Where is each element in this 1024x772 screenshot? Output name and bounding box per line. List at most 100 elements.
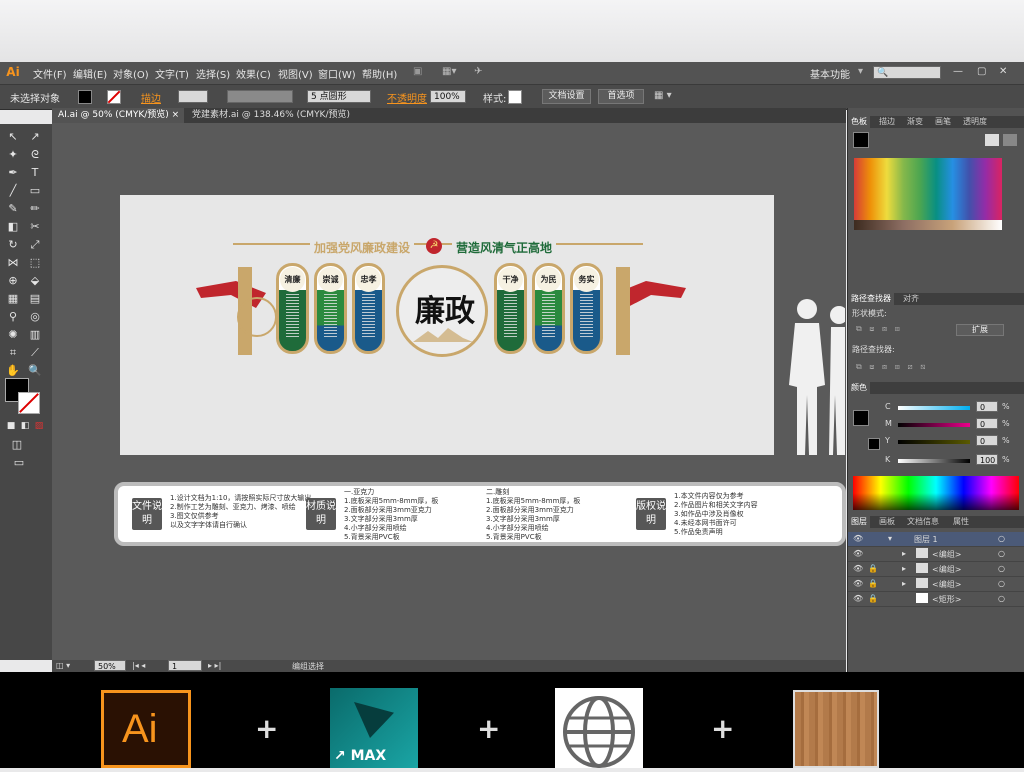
info-strip[interactable]: 文件说明 1.设计文档为1:10，请按照实际尺寸放大输出 2.制作工艺为雕刻、亚… — [114, 482, 846, 546]
layer-row[interactable]: 👁 ▸ <编组> ○ — [848, 547, 1024, 562]
color-mode-icon[interactable]: ■ — [4, 420, 18, 433]
layer-name[interactable]: <编组> — [932, 564, 961, 575]
tab-stroke[interactable]: 描边 — [876, 116, 898, 128]
close-icon[interactable]: ✕ — [999, 66, 1007, 77]
layer-row[interactable]: 👁 🔒 ▸ <编组> ○ — [848, 562, 1024, 577]
shape-mode-icons[interactable]: ⧉ ⧈ ⧇ ⧆ — [856, 324, 900, 334]
visibility-icon[interactable]: 👁 — [853, 534, 863, 543]
swatch-fill-preview[interactable] — [853, 132, 869, 148]
artboard-next-icon[interactable]: ▸ ▸| — [208, 661, 221, 670]
workspace-chevron-icon[interactable]: ▾ — [858, 66, 863, 77]
artboard[interactable]: 加强党风廉政建设 ☭ 营造风清气正高地 清廉 崇诚 忠孝 廉政 干净 为民 务实 — [120, 195, 774, 455]
selection-tool-icon[interactable]: ↖ — [6, 130, 20, 143]
stroke-color-box[interactable] — [18, 392, 40, 414]
lasso-icon[interactable]: ᘓ — [28, 148, 42, 161]
none-mode-icon[interactable]: ▨ — [32, 420, 46, 433]
zoom-field[interactable]: 50% — [94, 660, 126, 671]
rectangle-tool-icon[interactable]: ▭ — [28, 184, 42, 197]
arrange-icon[interactable]: ▦ ▾ — [654, 90, 672, 101]
target-icon[interactable]: ○ — [998, 594, 1005, 603]
style-swatch[interactable] — [508, 90, 522, 104]
visibility-icon[interactable]: 👁 — [853, 579, 863, 588]
tab-artboards[interactable]: 画板 — [876, 516, 898, 528]
paintbrush-icon[interactable]: ✎ — [6, 202, 20, 215]
workspace-switcher[interactable]: 基本功能 — [810, 66, 850, 81]
channel-k-slider[interactable] — [898, 459, 970, 463]
lock-icon[interactable]: 🔒 — [868, 579, 878, 588]
layer-row[interactable]: 👁 🔒 <矩形> ○ — [848, 592, 1024, 607]
expand-arrow-icon[interactable]: ▸ — [902, 579, 906, 588]
menu-select[interactable]: 选择(S) — [196, 66, 230, 81]
menu-view[interactable]: 视图(V) — [278, 66, 313, 81]
artboard-prev-icon[interactable]: |◂ ◂ — [132, 661, 145, 670]
lock-icon[interactable]: 🔒 — [868, 594, 878, 603]
eraser-icon[interactable]: ◧ — [6, 220, 20, 233]
color-fill-preview[interactable] — [853, 410, 869, 426]
layer-row[interactable]: 👁 ▾ 图层 1 ○ — [848, 532, 1024, 547]
swatch-grid[interactable] — [854, 158, 1002, 220]
color-stroke-preview[interactable] — [868, 438, 880, 450]
channel-y-field[interactable]: 0 — [976, 435, 998, 446]
gradient-mode-icon[interactable]: ◧ — [18, 420, 32, 433]
visibility-icon[interactable]: 👁 — [853, 564, 863, 573]
scissors-icon[interactable]: ✂ — [28, 220, 42, 233]
shape-builder-icon[interactable]: ⊕ — [6, 274, 20, 287]
visibility-icon[interactable]: 👁 — [853, 549, 863, 558]
pathfinder-icons[interactable]: ⧉ ⧈ ⧇ ⧆ ⧄ ⧅ — [856, 362, 925, 372]
hand-tool-icon[interactable]: ✋ — [6, 364, 20, 377]
lock-icon[interactable]: 🔒 — [868, 564, 878, 573]
gpu-icon[interactable]: ✈ — [474, 66, 482, 77]
grid-view-icon[interactable] — [1003, 134, 1017, 146]
variable-width-field[interactable] — [227, 90, 293, 103]
brush-field[interactable]: 5 点圆形 — [307, 90, 371, 103]
pen-tool-icon[interactable]: ✒ — [6, 166, 20, 179]
width-tool-icon[interactable]: ⋈ — [6, 256, 20, 269]
layer-name[interactable]: <编组> — [932, 579, 961, 590]
status-nav-icon[interactable]: ◫ ▾ — [56, 661, 70, 670]
maximize-icon[interactable]: ▢ — [977, 66, 986, 77]
preferences-button[interactable]: 首选项 — [598, 89, 644, 104]
stroke-swatch[interactable] — [107, 90, 121, 104]
zoom-tool-icon[interactable]: 🔍 — [28, 364, 42, 377]
line-tool-icon[interactable]: ╱ — [6, 184, 20, 197]
draw-mode-icon[interactable]: ◫ — [10, 438, 24, 451]
tab-pathfinder[interactable]: 路径查找器 — [848, 293, 894, 305]
channel-c-field[interactable]: 0 — [976, 401, 998, 412]
menu-window[interactable]: 窗口(W) — [318, 66, 356, 81]
fill-swatch[interactable] — [78, 90, 92, 104]
tab-transparency[interactable]: 透明度 — [960, 116, 990, 128]
target-icon[interactable]: ○ — [998, 579, 1005, 588]
channel-k-field[interactable]: 100 — [976, 454, 998, 465]
tab-ai-doc[interactable]: AI.ai @ 50% (CMYK/预览) × — [52, 108, 184, 123]
target-icon[interactable]: ○ — [998, 549, 1005, 558]
tab-align[interactable]: 对齐 — [900, 293, 922, 305]
opacity-label[interactable]: 不透明度 — [387, 90, 427, 105]
color-spectrum[interactable] — [853, 476, 1019, 510]
expand-button[interactable]: 扩展 — [956, 324, 1004, 336]
screen-mode-icon[interactable]: ▭ — [12, 456, 26, 469]
bridge-icon[interactable]: ▣ — [413, 66, 422, 77]
scale-tool-icon[interactable]: ⤢ — [28, 238, 42, 251]
menu-help[interactable]: 帮助(H) — [362, 66, 397, 81]
menu-object[interactable]: 对象(O) — [113, 66, 149, 81]
menu-edit[interactable]: 编辑(E) — [73, 66, 107, 81]
layer-name[interactable]: <编组> — [932, 549, 961, 560]
gradient-tool-icon[interactable]: ▤ — [28, 292, 42, 305]
live-paint-icon[interactable]: ⬙ — [28, 274, 42, 287]
doc-setup-button[interactable]: 文档设置 — [542, 89, 591, 104]
tab-attributes[interactable]: 属性 — [950, 516, 972, 528]
tab-gradient[interactable]: 渐变 — [904, 116, 926, 128]
blend-tool-icon[interactable]: ◎ — [28, 310, 42, 323]
swatch-browns[interactable] — [854, 220, 1002, 230]
minimize-icon[interactable]: — — [953, 66, 963, 77]
free-transform-icon[interactable]: ⬚ — [28, 256, 42, 269]
layer-row[interactable]: 👁 🔒 ▸ <编组> ○ — [848, 577, 1024, 592]
menu-file[interactable]: 文件(F) — [33, 66, 67, 81]
expand-arrow-icon[interactable]: ▸ — [902, 564, 906, 573]
mesh-tool-icon[interactable]: ▦ — [6, 292, 20, 305]
slice-tool-icon[interactable]: ⟋ — [28, 346, 42, 359]
expand-arrow-icon[interactable]: ▸ — [902, 549, 906, 558]
visibility-icon[interactable]: 👁 — [853, 594, 863, 603]
tab-swatches[interactable]: 色板 — [848, 116, 870, 128]
direct-selection-tool-icon[interactable]: ↗ — [28, 130, 42, 143]
